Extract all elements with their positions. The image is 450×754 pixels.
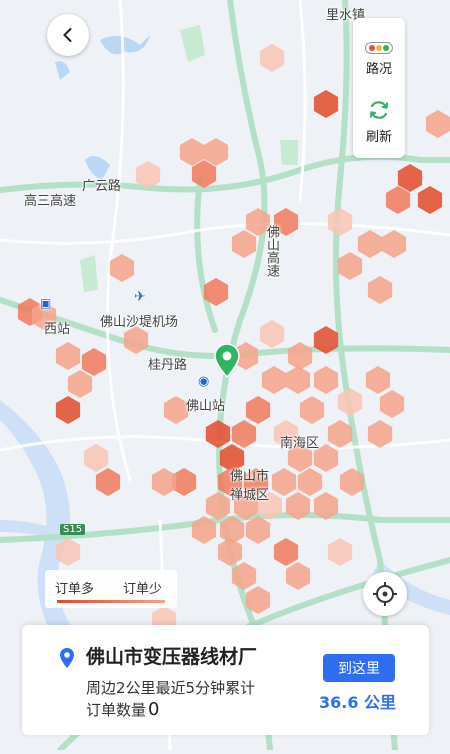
distance-value: 36.6 公里 (319, 693, 397, 712)
map-label-foshanshi: 佛山市 (230, 469, 270, 484)
traffic-light-icon (365, 42, 393, 54)
order-count-value: 0 (148, 699, 160, 720)
map-label-guidanlu: 桂丹路 (148, 358, 188, 373)
road-shield-s15: S15 (60, 524, 86, 535)
chevron-left-icon (63, 28, 72, 42)
traffic-label: 路况 (365, 62, 392, 77)
back-button[interactable] (47, 14, 89, 56)
traffic-toggle-button[interactable]: 路况 (353, 42, 405, 77)
legend-less-label: 订单少 (123, 582, 163, 597)
map-label-gaosangaosu: 高三高速 (24, 194, 77, 209)
location-pin-icon[interactable] (214, 344, 240, 378)
navigate-here-button[interactable]: 到这里 (323, 654, 395, 682)
refresh-button[interactable]: 刷新 (353, 98, 405, 145)
metro-icon: ▣ (40, 296, 52, 310)
refresh-label: 刷新 (365, 130, 392, 145)
location-info-card: 佛山市变压器线材厂 周边2公里最近5分钟累计 订单数量 0 到这里 36.6 公里 (22, 625, 429, 735)
map-pin-icon (60, 648, 74, 668)
order-description-line2: 订单数量 0 (86, 699, 159, 720)
airport-icon: ✈ (134, 289, 146, 305)
order-count-label: 订单数量 (86, 701, 147, 719)
locate-me-button[interactable] (363, 572, 407, 616)
map-label-guangyunlu: 广云路 (82, 179, 122, 194)
map-label-nanhaiqu: 南海区 (280, 436, 320, 451)
crosshair-icon (373, 582, 397, 606)
order-description-line1: 周边2公里最近5分钟累计 (86, 679, 256, 697)
station-icon: ◉ (198, 374, 210, 389)
map-label-shadiairport: 佛山沙堤机场 (100, 315, 179, 330)
map-label-chanchengqu: 禅城区 (230, 488, 270, 503)
legend-more-label: 订单多 (55, 582, 95, 597)
refresh-icon (369, 101, 389, 119)
legend-gradient-bar (57, 600, 165, 603)
map-label-foshangaosu: 佛山高速 (264, 225, 279, 277)
map-tools-panel: 路况 刷新 (353, 18, 405, 158)
place-name: 佛山市变压器线材厂 (86, 646, 258, 668)
order-density-legend: 订单多 订单少 (45, 570, 177, 608)
map-label-foshanstation: 佛山站 (186, 399, 226, 414)
map-label-xizhan: 西站 (44, 322, 71, 337)
